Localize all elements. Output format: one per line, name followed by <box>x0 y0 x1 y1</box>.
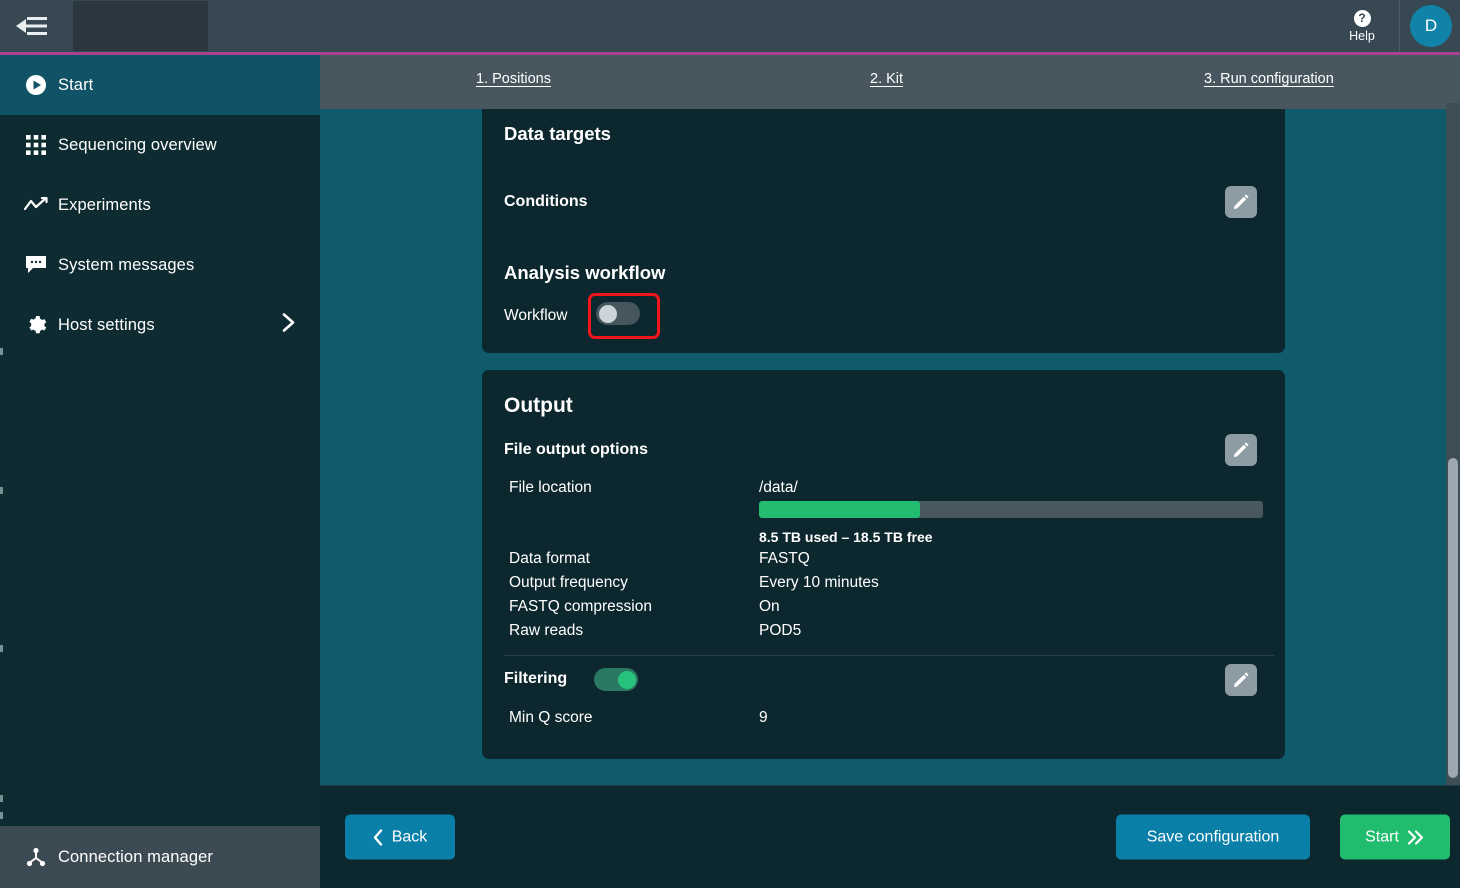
sidebar-item-experiments[interactable]: Experiments <box>0 175 320 235</box>
raw-reads-label: Raw reads <box>509 622 584 639</box>
analysis-workflow-card: Analysis workflow Workflow <box>482 235 1285 353</box>
storage-usage-caption: 8.5 TB used – 18.5 TB free <box>759 529 933 545</box>
analysis-workflow-title: Analysis workflow <box>504 262 666 283</box>
sidebar-menu: Start Sequencing overview Experiments Sy… <box>0 55 320 826</box>
table-row: FASTQ compression On <box>509 598 1269 616</box>
edge-marker <box>0 645 3 652</box>
toggle-knob <box>618 670 636 689</box>
table-row: Output frequency Every 10 minutes <box>509 574 1269 592</box>
logo-placeholder <box>73 1 208 51</box>
topbar-divider <box>1399 0 1400 52</box>
filtering-label: Filtering <box>504 670 568 687</box>
tab-run-configuration[interactable]: 3. Run configuration <box>1204 71 1334 87</box>
question-mark-icon: ? <box>1353 9 1371 27</box>
file-location-label: File location <box>509 479 592 496</box>
edit-conditions-button[interactable] <box>1225 186 1257 218</box>
sidebar-item-host-settings[interactable]: Host settings <box>0 295 320 355</box>
content-top-edge <box>320 103 1460 109</box>
gear-icon <box>14 314 58 336</box>
topbar: ? Help D <box>320 0 1460 52</box>
table-row: Raw reads POD5 <box>509 622 1269 640</box>
workflow-toggle-highlight <box>588 293 660 339</box>
footer-bar: Back Save configuration Start <box>320 785 1460 888</box>
sidebar-item-start[interactable]: Start <box>0 55 320 115</box>
scroll-content: Data targets Conditions Run limit Stop r… <box>320 103 1460 785</box>
data-format-value: FASTQ <box>759 550 810 567</box>
pencil-icon <box>1234 194 1249 209</box>
sidebar-item-label: Start <box>58 75 94 94</box>
min-q-score-value: 9 <box>759 709 768 726</box>
tab-kit[interactable]: 2. Kit <box>870 71 903 87</box>
table-row: File location /data/ <box>509 479 1269 497</box>
avatar[interactable]: D <box>1410 5 1452 47</box>
chevron-right-icon <box>282 313 296 338</box>
connection-node-icon <box>14 846 58 868</box>
main-area: ? Help D 1. Positions 2. Kit 3. Run conf… <box>320 0 1460 888</box>
pencil-icon <box>1234 442 1249 457</box>
double-chevron-right-icon <box>1407 829 1423 845</box>
line-chart-icon <box>14 197 58 213</box>
edit-filtering-button[interactable] <box>1225 664 1257 696</box>
play-circle-icon <box>14 74 58 96</box>
section-divider <box>504 655 1274 656</box>
edit-file-output-options-button[interactable] <box>1225 434 1257 466</box>
table-row: Min Q score 9 <box>509 709 1269 727</box>
back-hamburger-icon[interactable] <box>12 12 50 40</box>
filtering-toggle[interactable] <box>594 668 638 691</box>
back-button-label: Back <box>391 828 428 845</box>
fastq-compression-value: On <box>759 598 780 615</box>
sidebar-item-label: Host settings <box>58 315 155 334</box>
sidebar: Start Sequencing overview Experiments Sy… <box>0 0 320 888</box>
speech-bubble-icon <box>14 255 58 275</box>
grid-icon <box>14 135 58 155</box>
table-row: Data format FASTQ <box>509 550 1269 568</box>
wizard-tabs: 1. Positions 2. Kit 3. Run configuration <box>320 55 1460 103</box>
start-button-label: Start <box>1365 828 1399 845</box>
fastq-compression-label: FASTQ compression <box>509 598 652 615</box>
sidebar-item-label: Sequencing overview <box>58 135 217 154</box>
sidebar-item-connection-manager[interactable]: Connection manager <box>0 826 320 888</box>
start-button[interactable]: Start <box>1340 814 1450 860</box>
raw-reads-value: POD5 <box>759 622 802 639</box>
sidebar-item-system-messages[interactable]: System messages <box>0 235 320 295</box>
file-output-options-label: File output options <box>504 441 648 458</box>
help-button[interactable]: ? Help <box>1339 9 1385 43</box>
sidebar-item-label: System messages <box>58 255 195 274</box>
scrollbar-track[interactable] <box>1446 103 1460 785</box>
clipped-data-targets-title: Data targets <box>504 123 611 144</box>
sidebar-item-sequencing-overview[interactable]: Sequencing overview <box>0 115 320 175</box>
storage-usage-fill <box>759 501 921 518</box>
save-configuration-button[interactable]: Save configuration <box>1116 814 1310 860</box>
edge-marker <box>0 348 3 355</box>
scrollbar-thumb[interactable] <box>1448 458 1458 778</box>
help-label: Help <box>1349 28 1375 43</box>
sidebar-bottom-label: Connection manager <box>58 847 213 866</box>
workflow-toggle-label: Workflow <box>504 307 568 324</box>
back-button[interactable]: Back <box>345 814 455 860</box>
edge-marker <box>0 795 3 802</box>
chevron-left-icon <box>373 828 382 846</box>
file-location-value: /data/ <box>759 479 798 496</box>
app-root: Start Sequencing overview Experiments Sy… <box>0 0 1460 888</box>
edge-marker <box>0 487 3 494</box>
storage-usage-bar <box>759 501 1263 518</box>
output-card: Output File output options File location… <box>482 370 1285 759</box>
pencil-icon <box>1234 672 1249 687</box>
sidebar-item-label: Experiments <box>58 195 151 214</box>
save-configuration-label: Save configuration <box>1146 828 1280 845</box>
content-scroll-region: Data targets Conditions Run limit Stop r… <box>320 103 1460 785</box>
output-frequency-value: Every 10 minutes <box>759 574 879 591</box>
data-format-label: Data format <box>509 550 590 567</box>
output-title: Output <box>504 394 573 417</box>
tab-positions[interactable]: 1. Positions <box>476 71 551 87</box>
min-q-score-label: Min Q score <box>509 709 593 726</box>
output-frequency-label: Output frequency <box>509 574 628 591</box>
edge-marker <box>0 812 3 819</box>
conditions-label: Conditions <box>504 193 588 210</box>
sidebar-header <box>0 0 320 52</box>
